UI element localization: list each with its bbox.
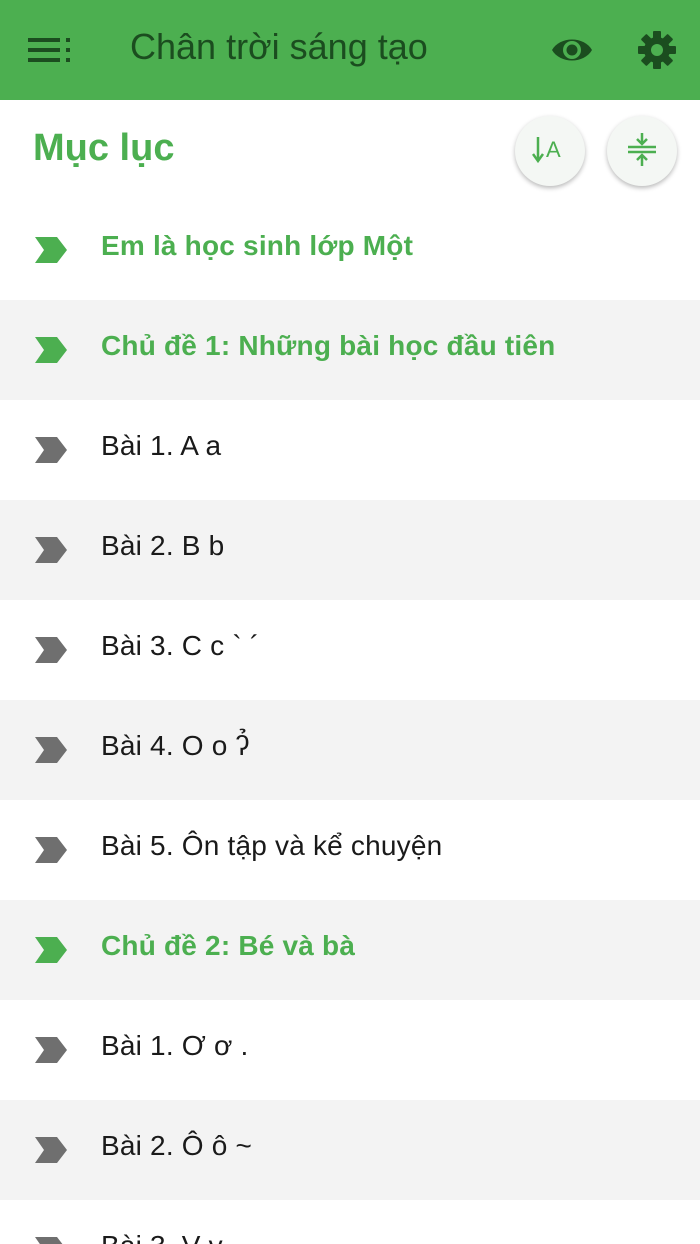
chevron-icon <box>35 1137 67 1163</box>
chevron-icon <box>35 637 67 663</box>
collapse-all-button[interactable] <box>607 116 677 186</box>
toc-item-lesson[interactable]: Bài 2. Ô ô ~ <box>0 1100 700 1200</box>
toc-list: Em là học sinh lớp Một Chủ đề 1: Những b… <box>0 200 700 1244</box>
chevron-icon <box>35 537 67 563</box>
toc-item-label: Bài 3. C c ` ´ <box>101 630 260 661</box>
app-title: Chân trời sáng tạo <box>130 26 428 67</box>
toc-item-lesson[interactable]: Bài 4. O o ʔ̉ <box>0 700 700 800</box>
chevron-icon <box>35 237 67 263</box>
toc-item-label: Bài 2. B b <box>101 530 225 561</box>
chevron-icon <box>35 437 67 463</box>
page-title: Mục lục <box>33 127 175 169</box>
chevron-icon <box>35 937 67 963</box>
toc-item-label: Bài 1. A a <box>101 430 222 461</box>
menu-icon[interactable] <box>26 34 74 66</box>
chevron-icon <box>35 737 67 763</box>
toc-item-label: Chủ đề 1: Những bài học đầu tiên <box>101 330 556 361</box>
gear-icon[interactable] <box>634 26 680 74</box>
chevron-icon <box>35 837 67 863</box>
toc-item-lesson[interactable]: Bài 1. A a <box>0 400 700 500</box>
toc-item-label: Bài 5. Ôn tập và kể chuyện <box>101 830 443 861</box>
toc-header: Mục lục A <box>0 100 700 200</box>
toc-item-lesson[interactable]: Bài 2. B b <box>0 500 700 600</box>
toc-item-section[interactable]: Chủ đề 1: Những bài học đầu tiên <box>0 300 700 400</box>
toc-item-label: Bài 1. Ơ ơ . <box>101 1030 249 1061</box>
collapse-all-icon <box>625 131 659 172</box>
toc-item-lesson[interactable]: Bài 5. Ôn tập và kể chuyện <box>0 800 700 900</box>
eye-icon[interactable] <box>548 28 596 72</box>
app-bar: Chân trời sáng tạo <box>0 0 700 100</box>
toc-item-label: Bài 4. O o ʔ̉ <box>101 730 250 761</box>
toc-item-label: Bài 2. Ô ô ~ <box>101 1130 253 1161</box>
sort-button[interactable]: A <box>515 116 585 186</box>
svg-text:A: A <box>546 137 561 162</box>
toc-item-label: Chủ đề 2: Bé và bà <box>101 930 356 961</box>
toc-item-lesson[interactable]: Bài 3. C c ` ´ <box>0 600 700 700</box>
toc-item-lesson[interactable]: Bài 3. V v <box>0 1200 700 1244</box>
chevron-icon <box>35 1237 63 1244</box>
chevron-icon <box>35 1037 67 1063</box>
toc-item-label: Em là học sinh lớp Một <box>101 230 414 261</box>
sort-alpha-icon: A <box>531 133 568 170</box>
toc-item-section[interactable]: Chủ đề 2: Bé và bà <box>0 900 700 1000</box>
toc-item-section[interactable]: Em là học sinh lớp Một <box>0 200 700 300</box>
toc-item-lesson[interactable]: Bài 1. Ơ ơ . <box>0 1000 700 1100</box>
toc-item-label: Bài 3. V v <box>101 1230 223 1244</box>
chevron-icon <box>35 337 67 363</box>
